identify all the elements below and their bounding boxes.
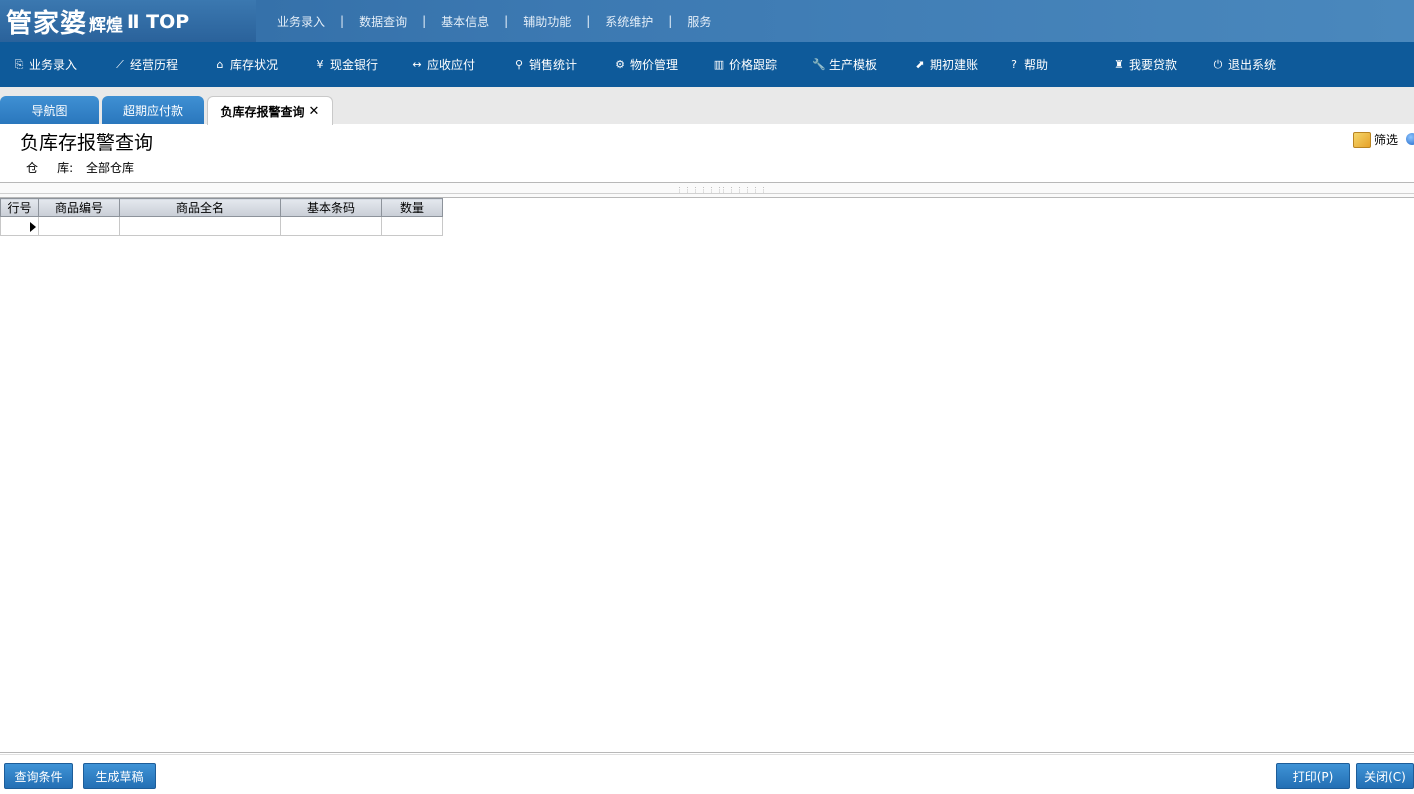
toolbar-help[interactable]: ? 帮助: [1007, 42, 1048, 87]
money-bag-icon: ♜: [1114, 58, 1124, 71]
search-icon: ⚲: [514, 58, 524, 71]
top-menu-item-business-entry[interactable]: 业务录入: [262, 13, 340, 30]
column-header-product-name[interactable]: 商品全名: [119, 198, 281, 217]
logo-sub-text: 辉煌: [89, 15, 124, 36]
filter-button[interactable]: 筛选: [1353, 131, 1398, 148]
generate-draft-button[interactable]: 生成草稿: [83, 763, 156, 789]
row-indicator[interactable]: [0, 216, 39, 236]
toolbar-label: 帮助: [1024, 58, 1049, 72]
tab-negative-stock-alert[interactable]: 负库存报警查询 ✕: [207, 96, 333, 125]
logo-main-text: 管家婆: [6, 8, 88, 39]
splitter-divider: [0, 193, 1414, 194]
column-header-product-code[interactable]: 商品编号: [38, 198, 120, 217]
column-header-quantity[interactable]: 数量: [381, 198, 443, 217]
close-icon[interactable]: ✕: [309, 104, 320, 119]
home-icon: ⌂: [216, 58, 224, 71]
yen-icon: ¥: [316, 58, 324, 71]
help-icon[interactable]: [1406, 133, 1414, 145]
top-menu-item-system-maintenance[interactable]: 系统维护: [590, 13, 668, 30]
top-header: 管家婆 辉煌 Ⅱ TOP 业务录入 | 数据查询 | 基本信息 | 辅助功能 |…: [0, 0, 1414, 42]
top-menu-item-service[interactable]: 服务: [672, 13, 726, 30]
main-toolbar: ⎘ 业务录入 ⟋ 经营历程 ⌂ 库存状况 ¥ 现金银行 ↔ 应收应付 ⚲ 销售统…: [0, 42, 1414, 87]
bottom-divider: [0, 752, 1414, 753]
close-button[interactable]: 关闭(C): [1356, 763, 1414, 789]
toolbar-label: 现金银行: [330, 58, 379, 72]
top-menu-item-data-query[interactable]: 数据查询: [344, 13, 422, 30]
panel-splitter[interactable]: ⋮⋮⋮⋮⋮⋮ ⋮⋮⋮⋮⋮⋮: [0, 182, 1414, 198]
toolbar-label: 业务录入: [29, 58, 78, 72]
toolbar-opening-accounts[interactable]: ⬈ 期初建账: [913, 42, 978, 87]
toolbar-label: 销售统计: [529, 58, 578, 72]
cell-product-name[interactable]: [119, 216, 281, 236]
toolbar-label: 我要贷款: [1129, 58, 1178, 72]
toolbar-label: 物价管理: [630, 58, 679, 72]
table-row[interactable]: [0, 216, 443, 236]
cell-quantity[interactable]: [381, 216, 443, 236]
toolbar-label: 库存状况: [230, 58, 279, 72]
cell-barcode[interactable]: [280, 216, 382, 236]
toolbar-price-tracking[interactable]: ▥ 价格跟踪: [712, 42, 777, 87]
toolbar-business-entry[interactable]: ⎘ 业务录入: [12, 42, 77, 87]
app-logo: 管家婆 辉煌 Ⅱ TOP: [0, 0, 256, 42]
bar-chart-icon: ▥: [713, 58, 725, 71]
toolbar-label: 期初建账: [930, 58, 979, 72]
wrench-icon: 🔧: [812, 58, 826, 71]
tab-strip: 导航图 超期应付款 负库存报警查询 ✕: [0, 87, 1414, 125]
top-menu: 业务录入 | 数据查询 | 基本信息 | 辅助功能 | 系统维护 | 服务: [262, 0, 726, 42]
tab-navigation-map[interactable]: 导航图: [0, 96, 99, 124]
toolbar-price-management[interactable]: ⚙ 物价管理: [613, 42, 678, 87]
top-menu-item-aux-functions[interactable]: 辅助功能: [508, 13, 586, 30]
toolbar-business-history[interactable]: ⟋ 经营历程: [113, 42, 178, 87]
warehouse-value: 全部仓库: [86, 161, 135, 175]
toolbar-label: 应收应付: [427, 58, 476, 72]
question-icon: ?: [1011, 58, 1017, 71]
bottom-divider: [0, 754, 1414, 755]
toolbar-loan[interactable]: ♜ 我要贷款: [1112, 42, 1177, 87]
arrows-icon: ↔: [412, 58, 422, 71]
data-grid: 行号 商品编号 商品全名 基本条码 数量: [0, 198, 443, 236]
toolbar-cash-bank[interactable]: ¥ 现金银行: [313, 42, 379, 87]
tab-label: 超期应付款: [122, 103, 183, 118]
print-button[interactable]: 打印(P): [1276, 763, 1350, 789]
logo-version-text: Ⅱ TOP: [127, 11, 190, 33]
tab-label: 导航图: [31, 103, 68, 118]
filter-label: 筛选: [1374, 133, 1399, 147]
query-conditions-button[interactable]: 查询条件: [4, 763, 73, 789]
toolbar-receivable-payable[interactable]: ↔ 应收应付: [410, 42, 475, 87]
current-row-arrow-icon: [30, 221, 36, 232]
warehouse-label: 仓 库:: [26, 161, 74, 175]
toolbar-exit-system[interactable]: ⏻ 退出系统: [1211, 42, 1276, 87]
gear-icon: ⚙: [615, 58, 625, 71]
power-icon: ⏻: [1213, 57, 1223, 71]
filter-icon: [1353, 131, 1371, 148]
cell-product-code[interactable]: [38, 216, 120, 236]
grid-header-row: 行号 商品编号 商品全名 基本条码 数量: [0, 198, 443, 217]
line-chart-icon: ⟋: [116, 57, 124, 71]
top-menu-item-basic-info[interactable]: 基本信息: [426, 13, 504, 30]
toolbar-label: 价格跟踪: [729, 58, 778, 72]
toolbar-production-template[interactable]: 🔧 生产模板: [812, 42, 877, 87]
external-link-icon: ⬈: [915, 58, 925, 71]
document-icon: ⎘: [14, 57, 24, 71]
tab-label: 负库存报警查询: [220, 104, 305, 119]
column-header-barcode[interactable]: 基本条码: [280, 198, 382, 217]
page-title: 负库存报警查询: [20, 132, 154, 154]
toolbar-label: 经营历程: [130, 58, 179, 72]
tab-overdue-payables[interactable]: 超期应付款: [102, 96, 204, 124]
column-header-row-number[interactable]: 行号: [0, 198, 39, 217]
toolbar-label: 生产模板: [829, 58, 878, 72]
toolbar-sales-stats[interactable]: ⚲ 销售统计: [512, 42, 577, 87]
toolbar-inventory-status[interactable]: ⌂ 库存状况: [213, 42, 279, 87]
toolbar-label: 退出系统: [1228, 58, 1277, 72]
